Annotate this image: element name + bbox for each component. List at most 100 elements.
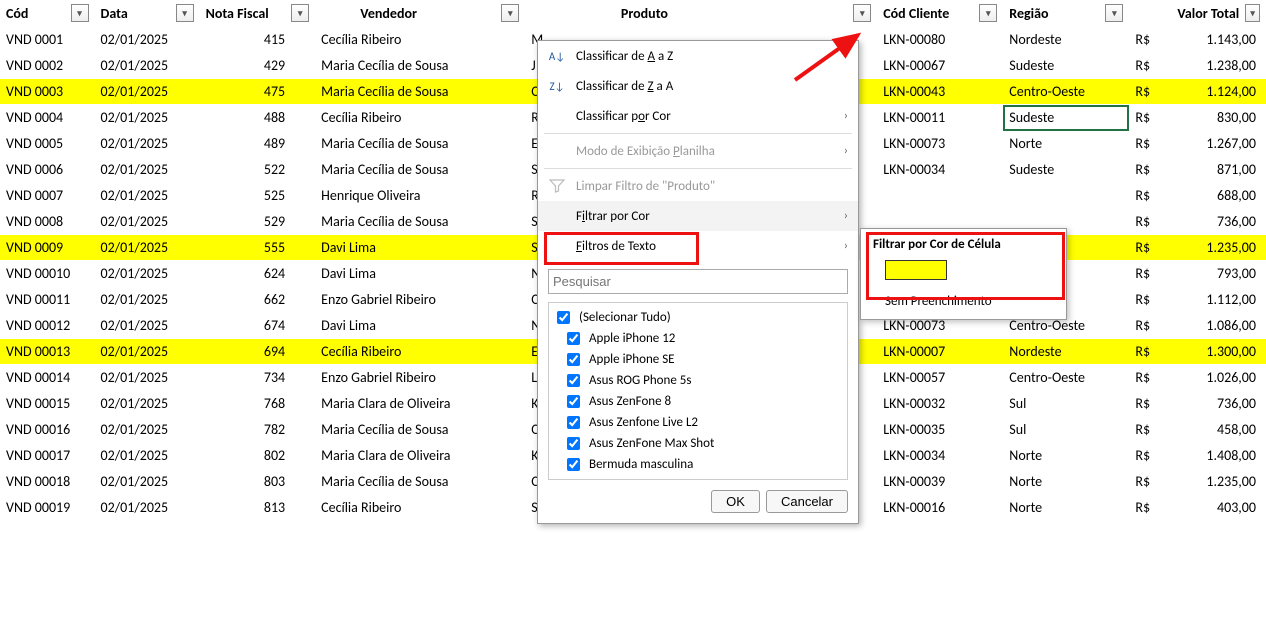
cell[interactable]: 555 (200, 235, 316, 261)
cell[interactable]: LKN-00034 (877, 443, 1003, 469)
cell[interactable]: 525 (200, 183, 316, 209)
cell[interactable]: R$ (1129, 79, 1171, 105)
cell[interactable]: Maria Clara de Oliveira (315, 443, 525, 469)
cell[interactable] (1003, 183, 1129, 209)
cell[interactable]: LKN-00016 (877, 495, 1003, 521)
cell[interactable]: 02/01/2025 (95, 261, 200, 287)
cell[interactable]: LKN-00039 (877, 469, 1003, 495)
cell[interactable]: Cecília Ribeiro (315, 27, 525, 53)
cell[interactable]: Nordeste (1003, 27, 1129, 53)
cell[interactable]: 1.238,00 (1171, 53, 1266, 79)
cell[interactable]: Maria Cecília de Sousa (315, 53, 525, 79)
cell[interactable]: 02/01/2025 (95, 287, 200, 313)
cell[interactable]: R$ (1129, 27, 1171, 53)
cell[interactable]: R$ (1129, 365, 1171, 391)
cell[interactable]: R$ (1129, 131, 1171, 157)
filter-button-cod[interactable]: ▾ (71, 4, 89, 22)
filter-button-valor[interactable]: ▾ (1245, 4, 1260, 22)
cell[interactable]: R$ (1129, 157, 1171, 183)
cell[interactable]: Norte (1003, 495, 1129, 521)
cell[interactable]: R$ (1129, 183, 1171, 209)
cell[interactable]: 624 (200, 261, 316, 287)
cell[interactable]: LKN-00080 (877, 27, 1003, 53)
cell[interactable]: 1.026,00 (1171, 365, 1266, 391)
filter-button-produto[interactable]: ▾ (853, 4, 871, 22)
cell[interactable]: R$ (1129, 287, 1171, 313)
cell[interactable]: 529 (200, 209, 316, 235)
cell[interactable]: R$ (1129, 443, 1171, 469)
cell[interactable]: 768 (200, 391, 316, 417)
cell[interactable]: 02/01/2025 (95, 391, 200, 417)
cell[interactable]: 02/01/2025 (95, 79, 200, 105)
cell[interactable]: 475 (200, 79, 316, 105)
filter-item[interactable]: Asus ZenFone Max Shot (553, 433, 843, 454)
cell[interactable]: R$ (1129, 105, 1171, 131)
submenu-no-fill[interactable]: Sem Preenchimento (861, 290, 1066, 311)
cell[interactable]: Enzo Gabriel Ribeiro (315, 365, 525, 391)
cell[interactable]: 1.235,00 (1171, 469, 1266, 495)
cell[interactable]: 1.267,00 (1171, 131, 1266, 157)
menu-text-filters[interactable]: Filtros de Texto › (538, 231, 858, 261)
cell[interactable]: R$ (1129, 261, 1171, 287)
cell[interactable]: 1.143,00 (1171, 27, 1266, 53)
cell[interactable]: VND 00017 (0, 443, 95, 469)
filter-item-checkbox[interactable] (567, 416, 580, 429)
cell[interactable]: 1.408,00 (1171, 443, 1266, 469)
cell[interactable]: 1.235,00 (1171, 235, 1266, 261)
cell[interactable]: LKN-00032 (877, 391, 1003, 417)
cell[interactable]: Cecília Ribeiro (315, 495, 525, 521)
filter-value-list[interactable]: (Selecionar Tudo)Apple iPhone 12Apple iP… (548, 302, 848, 480)
filter-item-checkbox[interactable] (567, 353, 580, 366)
cell[interactable]: 02/01/2025 (95, 105, 200, 131)
filter-button-cliente[interactable]: ▾ (979, 4, 997, 22)
cell[interactable]: VND 0001 (0, 27, 95, 53)
menu-sort-by-color[interactable]: Classificar por Cor › (538, 101, 858, 131)
cell[interactable]: Sudeste (1003, 105, 1129, 131)
cell[interactable]: Maria Cecília de Sousa (315, 469, 525, 495)
cell[interactable]: Centro-Oeste (1003, 365, 1129, 391)
cell[interactable]: Maria Cecília de Sousa (315, 157, 525, 183)
cell[interactable] (877, 183, 1003, 209)
cell[interactable]: R$ (1129, 339, 1171, 365)
filter-item[interactable]: (Selecionar Tudo) (553, 307, 843, 328)
cell[interactable]: R$ (1129, 209, 1171, 235)
color-swatch-yellow[interactable] (885, 260, 947, 280)
filter-item[interactable]: Asus ROG Phone 5s (553, 370, 843, 391)
cell[interactable]: VND 0004 (0, 105, 95, 131)
cell[interactable]: LKN-00034 (877, 157, 1003, 183)
cell[interactable]: LKN-00057 (877, 365, 1003, 391)
cell[interactable]: R$ (1129, 235, 1171, 261)
filter-item-checkbox[interactable] (567, 332, 580, 345)
cell[interactable]: 694 (200, 339, 316, 365)
cancel-button[interactable]: Cancelar (766, 490, 848, 513)
cell[interactable]: 02/01/2025 (95, 495, 200, 521)
cell[interactable]: 736,00 (1171, 209, 1266, 235)
cell[interactable]: Centro-Oeste (1003, 79, 1129, 105)
filter-item[interactable]: Apple iPhone 12 (553, 328, 843, 349)
cell[interactable]: Maria Cecília de Sousa (315, 209, 525, 235)
cell[interactable]: 403,00 (1171, 495, 1266, 521)
cell[interactable]: Davi Lima (315, 313, 525, 339)
cell[interactable]: 830,00 (1171, 105, 1266, 131)
cell[interactable]: 488 (200, 105, 316, 131)
cell[interactable]: 02/01/2025 (95, 131, 200, 157)
cell[interactable]: VND 00014 (0, 365, 95, 391)
filter-button-data[interactable]: ▾ (176, 4, 194, 22)
cell[interactable]: 1.300,00 (1171, 339, 1266, 365)
cell[interactable]: 813 (200, 495, 316, 521)
cell[interactable]: VND 00012 (0, 313, 95, 339)
cell[interactable]: Cecília Ribeiro (315, 339, 525, 365)
cell[interactable]: VND 00010 (0, 261, 95, 287)
cell[interactable]: Davi Lima (315, 235, 525, 261)
filter-item-checkbox[interactable] (567, 374, 580, 387)
cell[interactable]: 02/01/2025 (95, 339, 200, 365)
cell[interactable]: R$ (1129, 53, 1171, 79)
cell[interactable]: 415 (200, 27, 316, 53)
menu-filter-by-color[interactable]: Filtrar por Cor › (538, 201, 858, 231)
cell[interactable]: R$ (1129, 313, 1171, 339)
cell[interactable]: 02/01/2025 (95, 183, 200, 209)
cell[interactable]: Davi Lima (315, 261, 525, 287)
cell[interactable]: VND 0009 (0, 235, 95, 261)
cell[interactable]: 489 (200, 131, 316, 157)
cell[interactable]: VND 0005 (0, 131, 95, 157)
